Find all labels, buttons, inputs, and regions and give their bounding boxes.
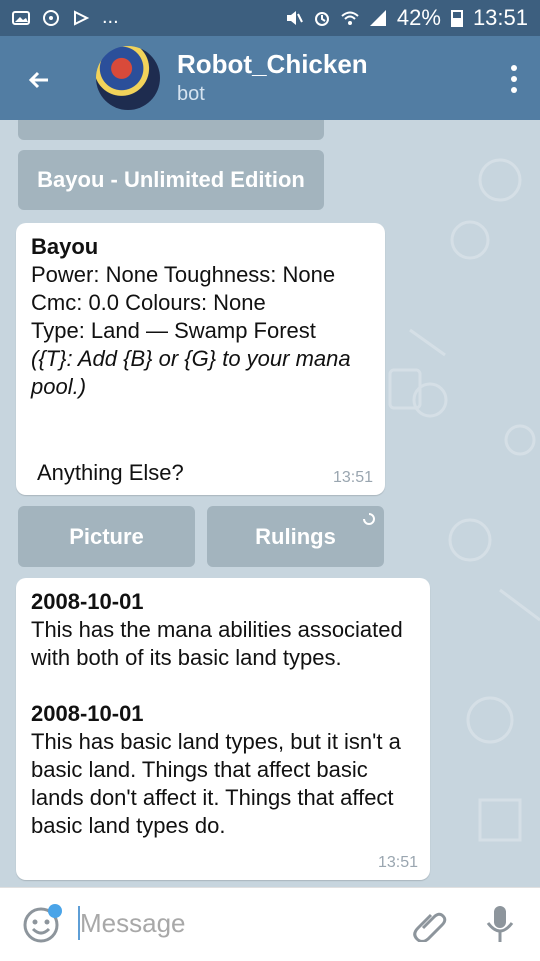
status-time: 13:51 — [472, 5, 528, 30]
card-power-toughness: Power: None Toughness: None — [31, 262, 336, 287]
rulings-label: Rulings — [255, 523, 336, 549]
more-options-icon[interactable] — [510, 64, 518, 94]
chat-title[interactable]: Robot_Chicken — [177, 49, 368, 80]
alarm-icon — [314, 12, 329, 26]
keyboard-button-bayou-unlimited[interactable]: Bayou - Unlimited Edition — [18, 150, 324, 210]
message2-time: 13:51 — [377, 854, 418, 871]
message-bubble-card-info[interactable]: Bayou Power: None Toughness: None Cmc: 0… — [16, 223, 385, 495]
ruling-text-1: This has the mana abilities associated w… — [31, 617, 403, 670]
card-name: Bayou — [31, 234, 99, 259]
picture-button[interactable]: Picture — [18, 506, 195, 567]
ruling-date-1: 2008-10-01 — [31, 589, 144, 614]
message1-time: 13:51 — [332, 469, 373, 486]
battery-icon — [450, 10, 463, 27]
chat-header: Robot_Chicken bot — [0, 36, 540, 120]
ruling-date-2: 2008-10-01 — [31, 701, 144, 726]
sync-icon — [43, 9, 59, 26]
partial-keyboard-button[interactable] — [18, 120, 324, 140]
mute-icon — [286, 11, 303, 25]
attach-icon[interactable] — [412, 906, 448, 942]
message-bubble-rulings[interactable]: 2008-10-01 This has the mana abilities a… — [16, 578, 430, 880]
chat-area[interactable]: Bayou - Unlimited Edition Bayou Power: N… — [0, 120, 540, 887]
image-notification-icon — [12, 10, 30, 25]
battery-percentage: 42% — [396, 5, 441, 30]
rulings-button[interactable]: Rulings — [207, 506, 384, 567]
message-composer: Message — [0, 887, 540, 961]
anything-else-text: Anything Else? — [37, 460, 184, 485]
signal-icon — [369, 10, 386, 26]
card-ability-text: ({T}: Add {B} or {G} to your mana pool.) — [31, 346, 351, 399]
chat-subtitle: bot — [177, 83, 205, 105]
wifi-icon — [341, 11, 359, 25]
status-bar: ... 42% 13:51 — [0, 0, 540, 36]
play-icon — [74, 9, 90, 26]
keyboard-notification-dot — [48, 904, 62, 918]
card-type: Type: Land — Swamp Forest — [31, 318, 316, 343]
loading-spinner-icon — [363, 513, 375, 525]
microphone-icon[interactable] — [485, 904, 515, 944]
card-cmc-colours: Cmc: 0.0 Colours: None — [31, 290, 266, 315]
message-input[interactable]: Message — [80, 908, 186, 939]
back-arrow-icon[interactable] — [22, 60, 62, 100]
ruling-text-2: This has basic land types, but it isn't … — [31, 729, 401, 838]
bot-avatar[interactable] — [96, 46, 160, 110]
status-dots: ... — [102, 6, 119, 28]
